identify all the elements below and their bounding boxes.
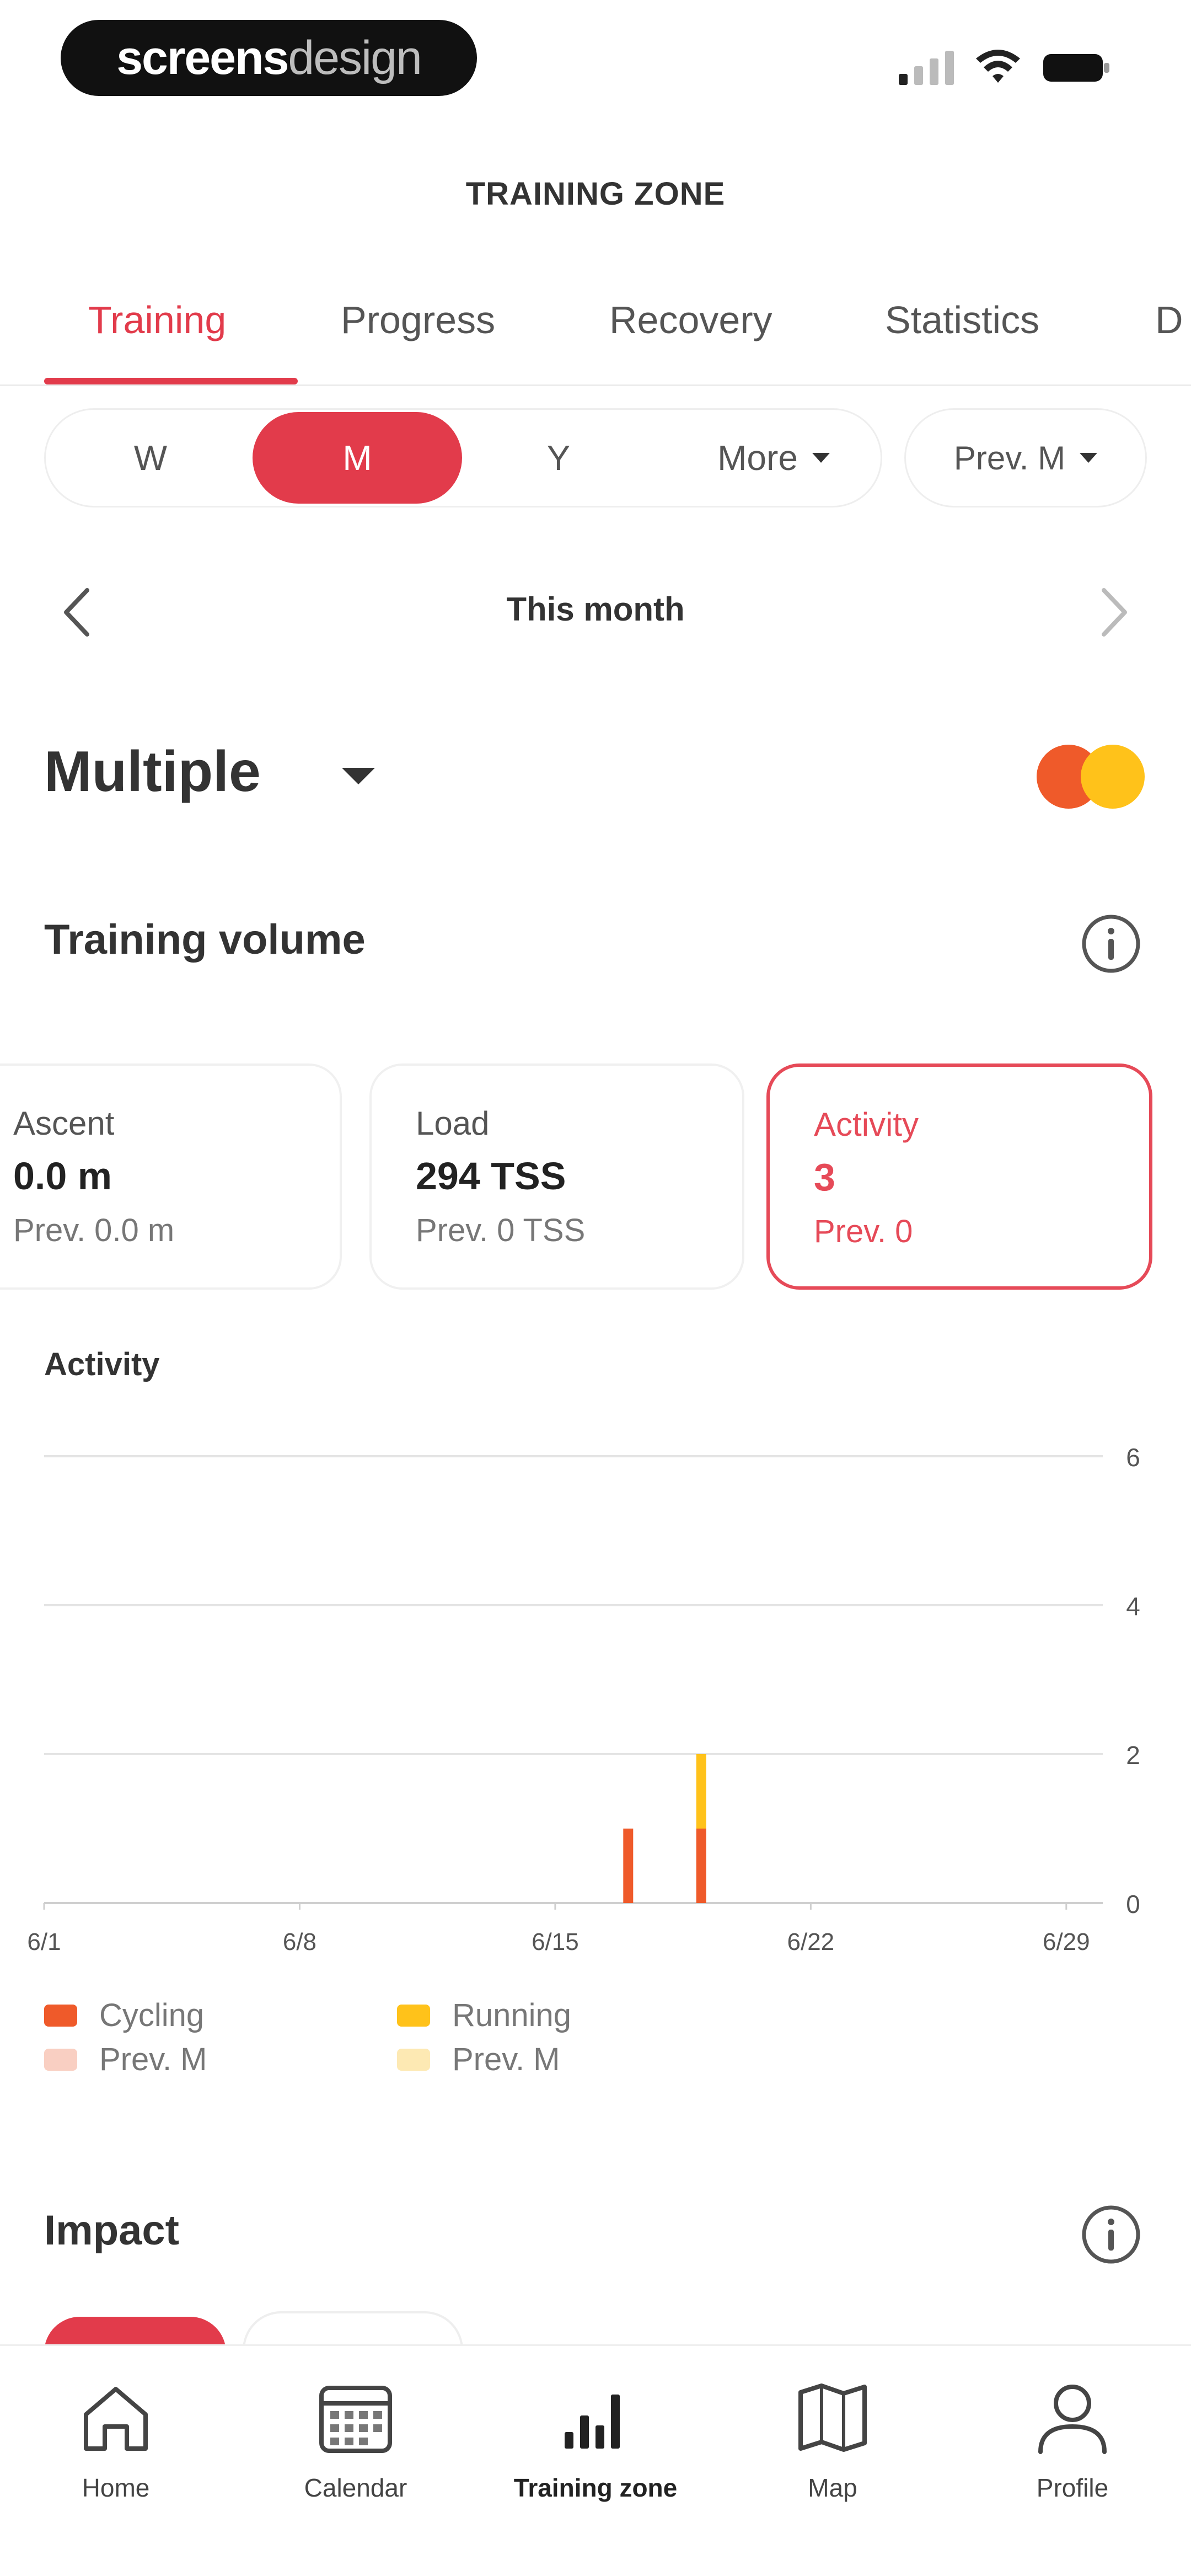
bar-chart-icon [565, 2395, 620, 2449]
info-icon[interactable] [1081, 913, 1141, 974]
legend-label: Prev. M [452, 2041, 560, 2077]
legend-label: Prev. M [99, 2041, 207, 2077]
info-icon[interactable] [1081, 2204, 1141, 2265]
sport-selector[interactable]: Multiple [44, 739, 261, 805]
sport-icons [1037, 745, 1147, 811]
card-value: 0.0 m [13, 1155, 112, 1198]
tab-training[interactable]: Training [88, 298, 226, 342]
chevron-down-icon [1080, 453, 1098, 463]
home-icon [84, 2387, 148, 2451]
nav-calendar[interactable]: Calendar [256, 2363, 455, 2550]
period-more-label: More [717, 438, 798, 478]
next-range-button[interactable] [1092, 585, 1136, 640]
battery-icon [1043, 54, 1109, 82]
x-tick-label: 6/8 [283, 1928, 316, 1953]
nav-map[interactable]: Map [733, 2363, 932, 2550]
x-tick-label: 6/15 [532, 1928, 579, 1953]
calendar-icon [319, 2386, 392, 2453]
nav-label: Map [808, 2473, 857, 2502]
compare-period-label: Prev. M [953, 439, 1066, 477]
running-icon [1081, 745, 1145, 809]
chevron-down-icon[interactable] [342, 768, 375, 784]
legend-item-running-prev: Prev. M [397, 2041, 560, 2078]
nav-label: Calendar [304, 2473, 407, 2502]
y-tick-label: 4 [1126, 1592, 1140, 1621]
brand-logo: screens design [61, 20, 477, 96]
legend-item-running: Running [397, 1997, 571, 2034]
bar-running [696, 1754, 706, 1829]
legend-swatch [397, 2048, 430, 2071]
legend-item-cycling: Cycling [44, 1997, 204, 2034]
tab-progress[interactable]: Progress [341, 298, 495, 342]
card-value: 3 [814, 1156, 835, 1199]
card-label: Activity [814, 1106, 919, 1143]
legend-label: Cycling [99, 1997, 205, 2033]
brand-logo-part1: screens [116, 31, 289, 84]
card-value: 294 TSS [416, 1155, 566, 1198]
nav-home[interactable]: Home [17, 2363, 215, 2550]
legend-swatch [44, 2048, 77, 2071]
bar-cycling [696, 1829, 706, 1903]
legend-item-cycling-prev: Prev. M [44, 2041, 207, 2078]
nav-training-zone[interactable]: Training zone [496, 2363, 695, 2550]
period-year-button[interactable]: Y [454, 410, 663, 506]
bar-cycling [623, 1829, 634, 1903]
nav-profile[interactable]: Profile [973, 2363, 1172, 2550]
period-more-dropdown[interactable]: More [663, 410, 884, 506]
activity-chart: 0 2 4 6 6/1 6/8 6/15 6/22 6/29 [27, 1443, 1140, 1953]
page-title: TRAINING ZONE [465, 176, 726, 212]
impact-title: Impact [44, 2207, 179, 2254]
tab-statistics[interactable]: Statistics [885, 298, 1039, 342]
chart-title: Activity [44, 1346, 160, 1382]
range-label: This month [506, 591, 685, 628]
period-week-button[interactable]: W [46, 410, 255, 506]
card-prev: Prev. 0 TSS [416, 1212, 586, 1248]
legend-swatch [397, 2004, 430, 2027]
brand-logo-part2: design [288, 31, 422, 84]
wifi-icon [976, 50, 1020, 83]
period-month-button[interactable]: M [253, 412, 462, 504]
profile-icon [1038, 2385, 1107, 2454]
status-bar: screens design [0, 0, 1191, 127]
training-volume-title: Training volume [44, 916, 366, 963]
chevron-down-icon [812, 453, 830, 463]
card-label: Load [416, 1105, 490, 1142]
load-card[interactable]: Load 294 TSS Prev. 0 TSS [369, 1063, 744, 1290]
compare-period-dropdown[interactable]: Prev. M [904, 408, 1147, 507]
x-tick-label: 6/29 [1043, 1928, 1090, 1953]
nav-label: Home [82, 2473, 150, 2502]
card-prev: Prev. 0 [814, 1214, 913, 1249]
legend-label: Running [452, 1997, 572, 2033]
x-tick-label: 6/1 [27, 1928, 61, 1953]
y-tick-label: 0 [1126, 1890, 1140, 1918]
ascent-card[interactable]: Ascent 0.0 m Prev. 0.0 m [0, 1063, 342, 1290]
bottom-navigation: Home Calendar Training zone Map Profile [0, 2344, 1191, 2576]
period-selector: W M Y More [44, 408, 882, 507]
tab-d[interactable]: D [1155, 298, 1183, 342]
y-tick-label: 6 [1126, 1443, 1140, 1472]
activity-card[interactable]: Activity 3 Prev. 0 [766, 1063, 1152, 1290]
legend-swatch [44, 2004, 77, 2027]
x-tick-label: 6/22 [787, 1928, 835, 1953]
tab-recovery[interactable]: Recovery [609, 298, 772, 342]
nav-label: Training zone [513, 2473, 678, 2502]
card-label: Ascent [13, 1105, 115, 1142]
nav-label: Profile [1036, 2473, 1109, 2502]
y-tick-label: 2 [1126, 1741, 1140, 1770]
map-icon [798, 2383, 867, 2452]
active-tab-indicator [44, 378, 298, 384]
tab-bar: Training Progress Recovery Statistics D [0, 287, 1191, 386]
cell-signal-icon [899, 51, 954, 85]
card-prev: Prev. 0.0 m [13, 1212, 175, 1248]
